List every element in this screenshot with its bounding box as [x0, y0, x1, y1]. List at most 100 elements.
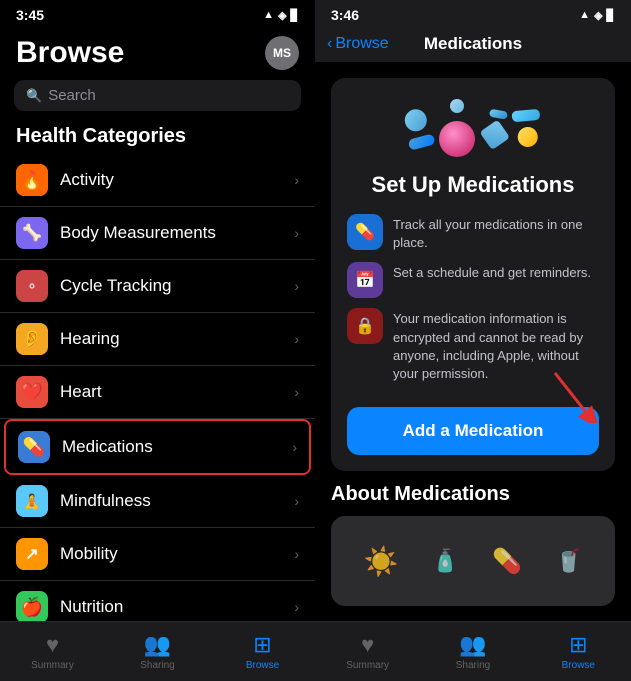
right-panel: 3:46 ▲ ◈ ▊ ‹ Browse Medications — [315, 0, 631, 681]
feature-privacy-icon: 🔒 — [347, 308, 383, 344]
search-icon: 🔍 — [26, 88, 42, 104]
search-bar[interactable]: 🔍 Search — [14, 80, 301, 111]
left-status-bar: 3:45 ▲ ◈ ▊ — [0, 0, 315, 28]
feature-row-2: 📅 Set a schedule and get reminders. — [347, 262, 599, 298]
search-placeholder: Search — [48, 87, 96, 104]
browse-title: Browse — [16, 36, 124, 70]
menu-item-hearing[interactable]: 👂 Hearing › — [0, 313, 315, 366]
feature-track-icon: 💊 — [347, 214, 383, 250]
chevron-icon: › — [294, 546, 299, 562]
activity-icon: 🔥 — [16, 164, 48, 196]
menu-item-mobility[interactable]: ↗ Mobility › — [0, 528, 315, 581]
summary-tab-label: Summary — [31, 660, 74, 671]
hearing-icon: 👂 — [16, 323, 48, 355]
nutrition-icon: 🍎 — [16, 591, 48, 621]
sharing-tab-label-right: Sharing — [456, 660, 490, 671]
menu-item-activity[interactable]: 🔥 Activity › — [0, 154, 315, 207]
summary-tab-label-right: Summary — [346, 660, 389, 671]
menu-item-cycle[interactable]: ⚬ Cycle Tracking › — [0, 260, 315, 313]
browse-header: Browse MS — [0, 28, 315, 76]
feature-schedule-text: Set a schedule and get reminders. — [393, 262, 599, 282]
back-chevron-icon: ‹ — [327, 35, 332, 53]
tab-summary-left[interactable]: ♥ Summary — [0, 622, 105, 681]
menu-list: 🔥 Activity › 🦴 Body Measurements › ⚬ Cyc… — [0, 154, 315, 621]
sharing-tab-icon: 👥 — [144, 632, 171, 658]
menu-item-medications[interactable]: 💊 Medications › — [4, 419, 311, 475]
battery-icon: ▊ — [291, 9, 299, 22]
chevron-icon: › — [294, 278, 299, 294]
feature-schedule-icon: 📅 — [347, 262, 383, 298]
chevron-icon: › — [292, 439, 297, 455]
menu-item-heart[interactable]: ❤️ Heart › — [0, 366, 315, 419]
tab-browse-left[interactable]: ⊞ Browse — [210, 622, 315, 681]
signal-icon: ▲ — [263, 9, 274, 21]
about-card: ☀️ 🧴 💊 🥤 — [331, 516, 615, 606]
medications-icon: 💊 — [18, 431, 50, 463]
right-time: 3:46 — [331, 7, 359, 23]
mobility-label: Mobility — [60, 544, 294, 564]
tab-summary-right[interactable]: ♥ Summary — [315, 622, 420, 681]
feature-row-3: 🔒 Your medication information is encrypt… — [347, 308, 599, 383]
hearing-label: Hearing — [60, 329, 294, 349]
medications-label: Medications — [62, 437, 292, 457]
back-label: Browse — [335, 35, 388, 53]
mindfulness-label: Mindfulness — [60, 491, 294, 511]
browse-tab-icon-right: ⊞ — [569, 632, 587, 658]
avatar[interactable]: MS — [265, 36, 299, 70]
browse-tab-label: Browse — [246, 660, 279, 671]
health-categories-label: Health Categories — [0, 121, 315, 154]
menu-item-mindfulness[interactable]: 🧘 Mindfulness › — [0, 475, 315, 528]
activity-label: Activity — [60, 170, 294, 190]
right-tab-bar: ♥ Summary 👥 Sharing ⊞ Browse — [315, 621, 631, 681]
sharing-tab-icon-right: 👥 — [459, 632, 486, 658]
cycle-icon: ⚬ — [16, 270, 48, 302]
chevron-icon: › — [294, 225, 299, 241]
sharing-tab-label: Sharing — [140, 660, 174, 671]
right-nav-title: Medications — [424, 34, 522, 54]
summary-tab-icon-right: ♥ — [361, 632, 374, 658]
chevron-icon: › — [294, 599, 299, 615]
add-medication-button[interactable]: Add a Medication — [347, 407, 599, 455]
tab-sharing-left[interactable]: 👥 Sharing — [105, 622, 210, 681]
setup-title: Set Up Medications — [347, 172, 599, 198]
feature-track-text: Track all your medications in one place. — [393, 214, 599, 252]
signal-icon-right: ▲ — [579, 9, 590, 21]
nutrition-label: Nutrition — [60, 597, 294, 617]
menu-item-body[interactable]: 🦴 Body Measurements › — [0, 207, 315, 260]
body-icon: 🦴 — [16, 217, 48, 249]
cycle-label: Cycle Tracking — [60, 276, 294, 296]
chevron-icon: › — [294, 172, 299, 188]
wifi-icon: ◈ — [278, 9, 286, 22]
med-card-wrapper: Set Up Medications 💊 Track all your medi… — [331, 78, 615, 471]
right-nav: ‹ Browse Medications — [315, 28, 631, 62]
battery-icon-right: ▊ — [607, 9, 615, 22]
browse-tab-icon: ⊞ — [253, 632, 271, 658]
back-button[interactable]: ‹ Browse — [327, 35, 389, 53]
right-status-icons: ▲ ◈ ▊ — [579, 9, 615, 22]
left-panel: 3:45 ▲ ◈ ▊ Browse MS 🔍 Search Health Cat… — [0, 0, 315, 681]
about-section: About Medications ☀️ 🧴 💊 🥤 — [331, 483, 615, 614]
pill-icons-row — [347, 98, 599, 158]
feature-row-1: 💊 Track all your medications in one plac… — [347, 214, 599, 252]
browse-tab-label-right: Browse — [562, 660, 595, 671]
right-status-bar: 3:46 ▲ ◈ ▊ — [315, 0, 631, 28]
summary-tab-icon: ♥ — [46, 632, 59, 658]
chevron-icon: › — [294, 493, 299, 509]
mobility-icon: ↗ — [16, 538, 48, 570]
right-content: Set Up Medications 💊 Track all your medi… — [315, 62, 631, 621]
menu-item-nutrition[interactable]: 🍎 Nutrition › — [0, 581, 315, 621]
body-label: Body Measurements — [60, 223, 294, 243]
about-title: About Medications — [331, 483, 615, 506]
heart-label: Heart — [60, 382, 294, 402]
feature-privacy-text: Your medication information is encrypted… — [393, 308, 599, 383]
cup-icon: 🥤 — [555, 548, 582, 574]
mindfulness-icon: 🧘 — [16, 485, 48, 517]
tab-sharing-right[interactable]: 👥 Sharing — [420, 622, 525, 681]
left-tab-bar: ♥ Summary 👥 Sharing ⊞ Browse — [0, 621, 315, 681]
pills-jar-icon: 💊 — [492, 547, 522, 576]
medication-bottle-icon: 🧴 — [432, 548, 459, 574]
wifi-icon-right: ◈ — [594, 9, 602, 22]
left-time: 3:45 — [16, 7, 44, 23]
heart-icon: ❤️ — [16, 376, 48, 408]
tab-browse-right[interactable]: ⊞ Browse — [526, 622, 631, 681]
